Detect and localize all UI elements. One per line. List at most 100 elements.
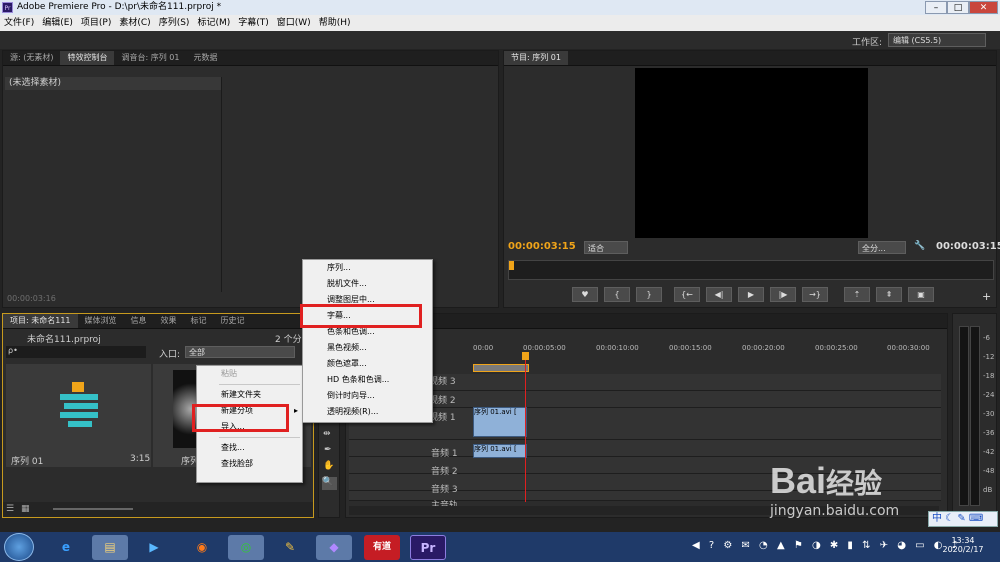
sequence-duration: 3:15: [130, 454, 151, 464]
clock[interactable]: 13:34 2020/2/17: [940, 536, 986, 554]
menu-clip[interactable]: 素材(C): [115, 15, 154, 31]
sequence-icon: [72, 382, 84, 392]
clock-date: 2020/2/17: [942, 545, 984, 554]
current-time-indicator[interactable]: [525, 352, 526, 502]
mark-out-button[interactable]: }: [636, 287, 662, 302]
ime-toolbar[interactable]: 中 ☾ ✎ ⌨: [928, 511, 998, 527]
lift-button[interactable]: ⇡: [844, 287, 870, 302]
maximize-button[interactable]: □: [947, 1, 969, 14]
start-button[interactable]: [4, 533, 34, 561]
submenu-color-matte[interactable]: 颜色遮罩...: [303, 356, 432, 372]
zoom-slider[interactable]: [53, 508, 133, 510]
playhead-icon[interactable]: [509, 261, 514, 270]
media-player-icon[interactable]: ▶: [136, 535, 172, 560]
hand-icon[interactable]: ✋: [323, 461, 334, 471]
tab-effect-controls[interactable]: 特效控制台: [60, 51, 115, 65]
menu-marker[interactable]: 标记(M): [193, 15, 234, 31]
tab-project[interactable]: 项目: 未命名111: [3, 314, 78, 328]
track-audio-1[interactable]: 音频 1: [349, 440, 941, 459]
track-video-2[interactable]: 视频 2: [349, 391, 941, 408]
menu-separator: [219, 437, 300, 438]
submenu-hd-bars-tone[interactable]: HD 色条和色调...: [303, 372, 432, 388]
icon-view-icon[interactable]: ▦: [21, 504, 30, 514]
work-area-bar[interactable]: [473, 364, 529, 372]
add-icon[interactable]: +: [982, 290, 991, 303]
menu-sequence[interactable]: 序列(S): [155, 15, 194, 31]
system-tray[interactable]: ◀ ? ⚙ ✉ ◔ ▲ ⚑ ◑ ✱ ▮ ⇅ ✈ ◕ ▭ ◐ ♪: [692, 540, 961, 551]
program-timecode-current: 00:00:03:15: [508, 241, 576, 252]
tab-program[interactable]: 节目: 序列 01: [504, 51, 568, 65]
playhead-icon[interactable]: [522, 352, 529, 360]
chrome-icon[interactable]: ◎: [228, 535, 264, 560]
tab-markers[interactable]: 标记: [184, 314, 214, 328]
entry-select[interactable]: 全部: [185, 346, 295, 358]
timeline-ruler[interactable]: 00:00 00:00:05:00 00:00:10:00 00:00:15:0…: [473, 344, 943, 353]
list-view-icon[interactable]: ☰: [6, 504, 14, 514]
camera-icon[interactable]: ▣: [908, 287, 934, 302]
fit-select[interactable]: 适合: [584, 241, 628, 254]
project-footer: ☰ ▦: [3, 502, 313, 517]
tab-metadata[interactable]: 元数据: [186, 51, 224, 65]
visual-studio-icon[interactable]: ◆: [316, 535, 352, 560]
extract-button[interactable]: ⇞: [876, 287, 902, 302]
menu-project[interactable]: 项目(P): [77, 15, 115, 31]
youdao-icon[interactable]: 有道: [364, 535, 400, 560]
step-forward-button[interactable]: |▶: [770, 287, 796, 302]
context-new-bin[interactable]: 新建文件夹: [197, 387, 302, 403]
meter-label: -24: [983, 391, 995, 399]
tab-info[interactable]: 信息: [124, 314, 154, 328]
video-clip[interactable]: 序列 01.avi [: [473, 407, 527, 437]
firefox-icon[interactable]: ◉: [184, 535, 220, 560]
meter-label: -12: [983, 353, 995, 361]
context-find[interactable]: 查找...: [197, 440, 302, 456]
track-video-1[interactable]: 视频 1: [349, 408, 941, 440]
tab-audio-mixer[interactable]: 调音台: 序列 01: [114, 51, 186, 65]
ie-icon[interactable]: e: [48, 535, 84, 560]
meter-right: [970, 326, 980, 506]
program-scrubber[interactable]: [508, 260, 994, 280]
mark-in-button[interactable]: {: [604, 287, 630, 302]
go-in-button[interactable]: {←: [674, 287, 700, 302]
submenu-black-video[interactable]: 黑色视频...: [303, 340, 432, 356]
menu-file[interactable]: 文件(F): [0, 15, 38, 31]
wrench-icon[interactable]: 🔧: [914, 241, 925, 251]
play-button[interactable]: ▶: [738, 287, 764, 302]
rate-stretch-icon[interactable]: ⇹: [323, 429, 331, 439]
tab-media-browser[interactable]: 媒体浏览: [78, 314, 124, 328]
workspace-select[interactable]: 编辑 (CS5.5): [888, 33, 986, 47]
minimize-button[interactable]: –: [925, 1, 947, 14]
zoom-icon[interactable]: 🔍: [322, 477, 337, 490]
submenu-countdown[interactable]: 倒计时向导...: [303, 388, 432, 404]
explorer-icon[interactable]: ▤: [92, 535, 128, 560]
menu-window[interactable]: 窗口(W): [273, 15, 315, 31]
menu-edit[interactable]: 编辑(E): [38, 15, 77, 31]
resolution-select[interactable]: 全分...: [858, 241, 906, 254]
track-label: 音频 1: [431, 449, 458, 459]
submenu-offline-file[interactable]: 脱机文件...: [303, 276, 432, 292]
premiere-taskbar-icon[interactable]: Pr: [410, 535, 446, 560]
highlight-new-item: [192, 404, 289, 432]
context-find-face[interactable]: 查找脸部: [197, 456, 302, 472]
watermark-url: jingyan.baidu.com: [770, 503, 900, 519]
submenu-transparent-video[interactable]: 透明视频(R)...: [303, 404, 432, 420]
pen-icon[interactable]: ✒: [324, 445, 332, 455]
menu-title[interactable]: 字幕(T): [234, 15, 273, 31]
tab-effects[interactable]: 效果: [154, 314, 184, 328]
go-out-button[interactable]: →}: [802, 287, 828, 302]
paint-icon[interactable]: ✎: [272, 535, 308, 560]
submenu-sequence[interactable]: 序列...: [303, 260, 432, 276]
tab-history[interactable]: 历史记: [214, 314, 252, 328]
tab-source[interactable]: 源: (无素材): [3, 51, 60, 65]
close-button[interactable]: ✕: [969, 1, 998, 14]
ime-label: 中: [932, 513, 942, 524]
sequence-thumbnail[interactable]: 序列 01 3:15: [6, 364, 151, 467]
step-back-button[interactable]: ◀|: [706, 287, 732, 302]
search-input[interactable]: ρ•: [6, 346, 146, 358]
context-paste[interactable]: 粘贴: [197, 366, 302, 382]
sequence-icon-bar: [68, 421, 92, 427]
marker-button[interactable]: ♥: [572, 287, 598, 302]
menu-help[interactable]: 帮助(H): [315, 15, 355, 31]
meter-label: -18: [983, 372, 995, 380]
track-video-3[interactable]: 视频 3: [349, 374, 941, 391]
audio-clip[interactable]: 序列 01.avi [: [473, 444, 527, 458]
